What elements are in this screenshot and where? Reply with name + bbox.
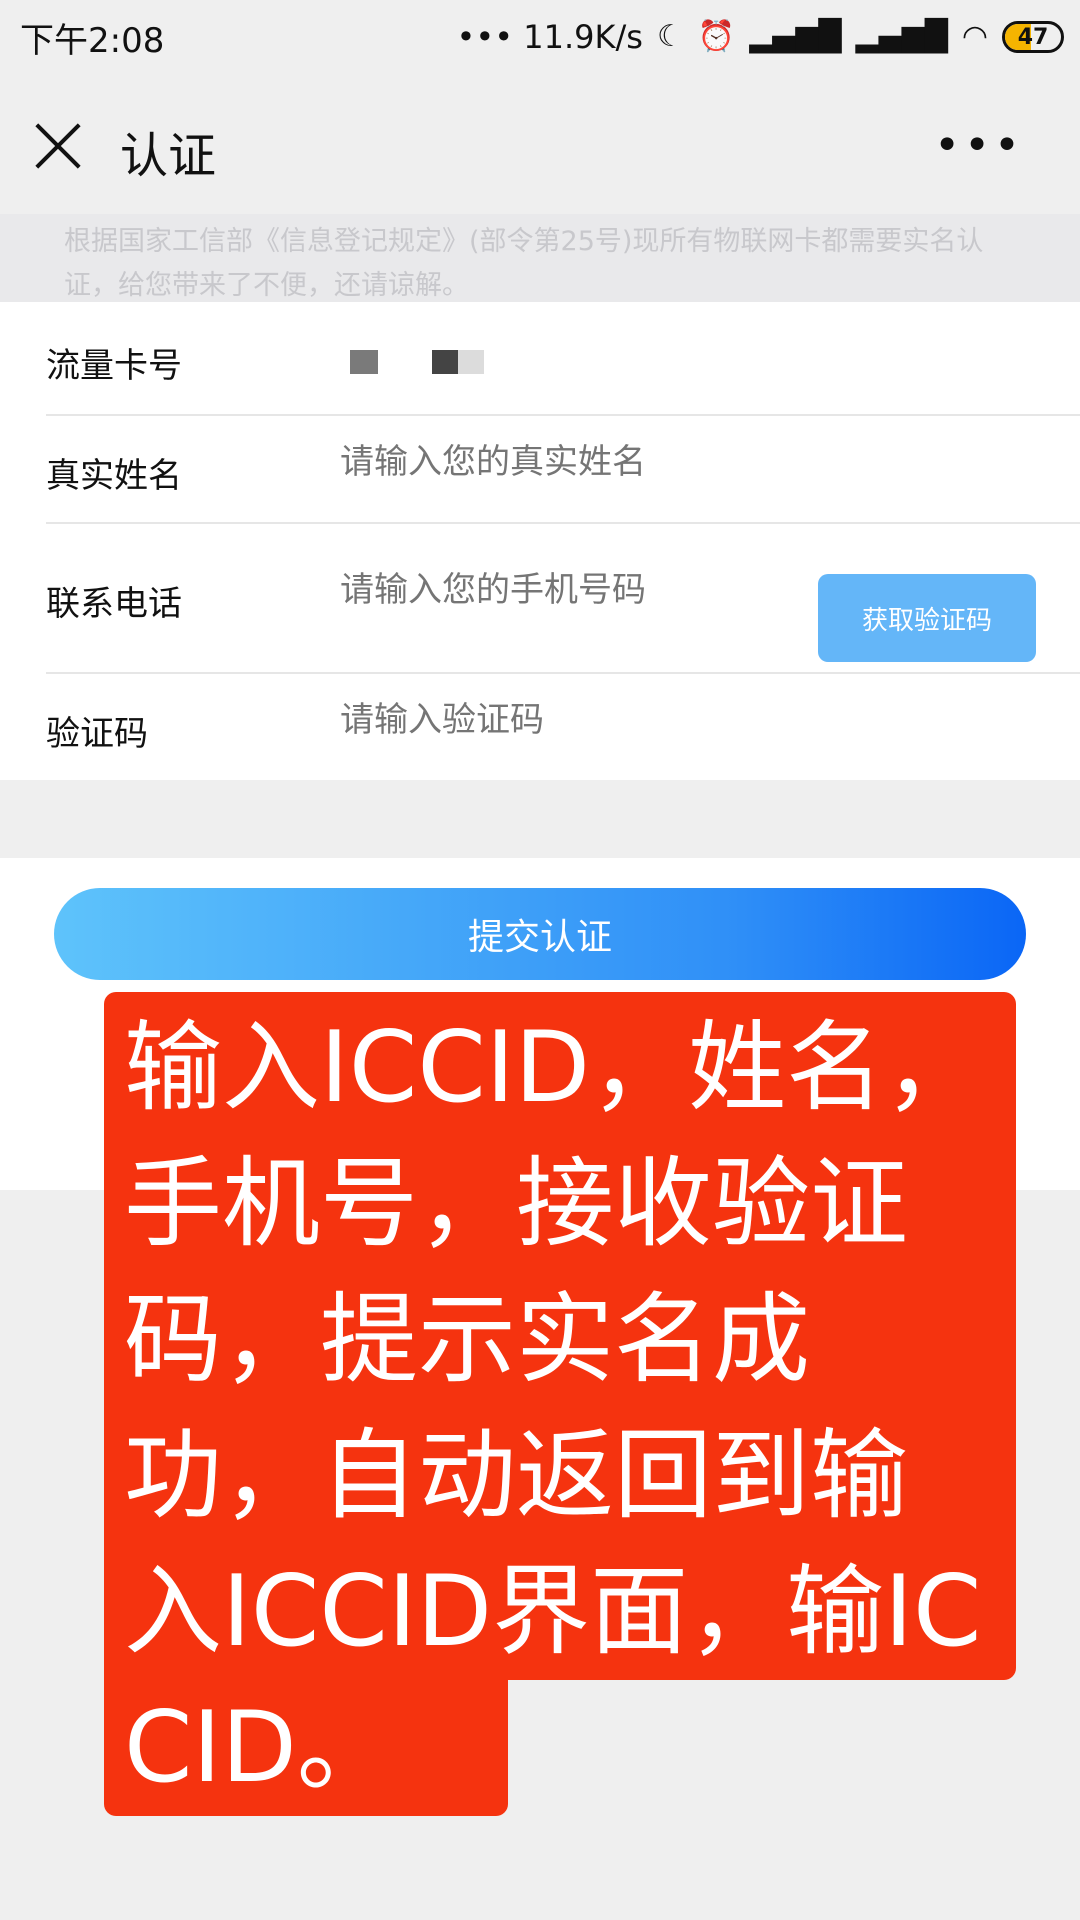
- wifi-icon: ◠: [961, 19, 988, 54]
- phone-input[interactable]: [340, 570, 760, 610]
- real-name-row: 真实姓名: [46, 416, 1080, 524]
- card-number-value-masked: [350, 350, 484, 374]
- phone-label: 联系电话: [46, 584, 182, 624]
- title-bar: 认证 •••: [0, 74, 1080, 214]
- verify-code-input[interactable]: [340, 700, 800, 740]
- close-icon[interactable]: [30, 118, 86, 174]
- net-speed: ••• 11.9K/s: [456, 18, 643, 56]
- annotation-text: 输入ICCID，姓名，手机号，接收验证码，提示实名成功，自动返回到输入ICCID…: [124, 1011, 983, 1805]
- card-number-label: 流量卡号: [46, 346, 182, 386]
- more-options-icon[interactable]: •••: [934, 124, 1024, 168]
- battery-icon: 47: [1002, 21, 1064, 53]
- battery-level: 47: [1017, 24, 1049, 50]
- mask-block: [432, 350, 458, 374]
- moon-icon: ☾: [656, 19, 684, 54]
- real-name-input[interactable]: [340, 442, 800, 482]
- status-icons: ••• 11.9K/s ☾ ⏰ ▂▄▆█ ▂▄▆█ ◠ 47: [456, 18, 1064, 56]
- card-number-row: 流量卡号: [46, 302, 1080, 416]
- real-name-label: 真实姓名: [46, 456, 182, 496]
- verify-code-label: 验证码: [46, 714, 148, 754]
- page-title: 认证: [120, 128, 217, 184]
- mask-gap: [378, 350, 432, 374]
- submit-button[interactable]: 提交认证: [54, 888, 1026, 980]
- verify-code-row: 验证码: [46, 674, 1080, 780]
- alarm-icon: ⏰: [697, 19, 736, 54]
- status-bar: 下午2:08 ••• 11.9K/s ☾ ⏰ ▂▄▆█ ▂▄▆█ ◠ 47: [0, 0, 1080, 74]
- get-code-button[interactable]: 获取验证码: [818, 574, 1036, 662]
- auth-form: 流量卡号 真实姓名 联系电话 获取验证码 验证码: [0, 302, 1080, 780]
- mask-block: [458, 350, 484, 374]
- hd-signal-icon: ▂▄▆█: [855, 19, 948, 54]
- mask-block: [350, 350, 378, 374]
- status-time: 下午2:08: [20, 20, 165, 61]
- notice-text: 根据国家工信部《信息登记规定》(部令第25号)现所有物联网卡都需要实名认证，给您…: [0, 214, 1080, 302]
- phone-row: 联系电话 获取验证码: [46, 524, 1080, 674]
- signal-icon: ▂▄▆█: [749, 19, 842, 54]
